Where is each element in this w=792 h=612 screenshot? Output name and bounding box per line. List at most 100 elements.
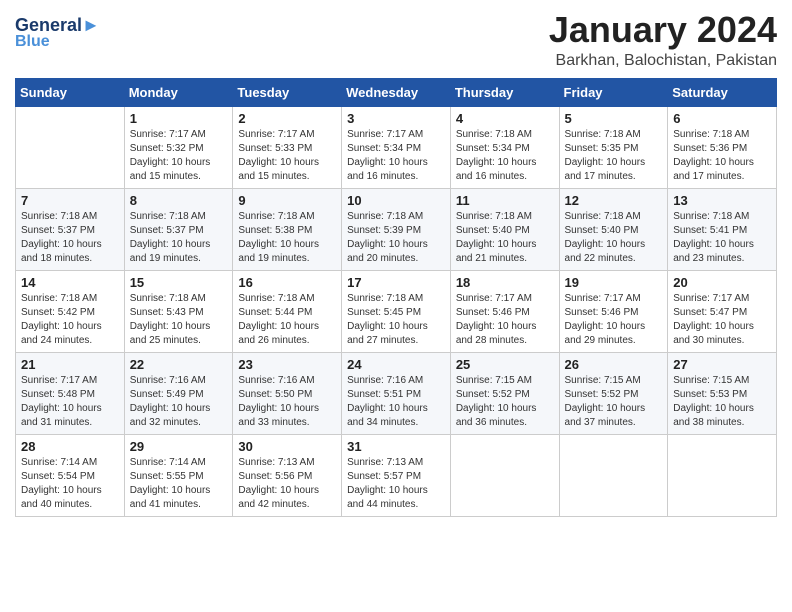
day-number: 14 xyxy=(21,275,119,290)
calendar-cell: 20 Sunrise: 7:17 AMSunset: 5:47 PMDayligh… xyxy=(668,270,777,352)
calendar-cell xyxy=(16,106,125,188)
day-info: Sunrise: 7:18 AMSunset: 5:42 PMDaylight:… xyxy=(21,292,119,348)
day-info: Sunrise: 7:15 AMSunset: 5:53 PMDaylight:… xyxy=(673,374,771,430)
calendar-cell: 4 Sunrise: 7:18 AMSunset: 5:34 PMDaylight… xyxy=(450,106,559,188)
logo-text-blue: Blue xyxy=(15,34,50,50)
day-number: 26 xyxy=(565,357,663,372)
weekday-header-row: Sunday Monday Tuesday Wednesday Thursday… xyxy=(16,78,777,106)
day-number: 8 xyxy=(130,193,228,208)
calendar-cell: 5 Sunrise: 7:18 AMSunset: 5:35 PMDaylight… xyxy=(559,106,668,188)
day-info: Sunrise: 7:16 AMSunset: 5:51 PMDaylight:… xyxy=(347,374,445,430)
day-number: 15 xyxy=(130,275,228,290)
calendar-cell: 7 Sunrise: 7:18 AMSunset: 5:37 PMDaylight… xyxy=(16,188,125,270)
day-info: Sunrise: 7:18 AMSunset: 5:39 PMDaylight:… xyxy=(347,210,445,266)
day-info: Sunrise: 7:18 AMSunset: 5:45 PMDaylight:… xyxy=(347,292,445,348)
day-info: Sunrise: 7:18 AMSunset: 5:40 PMDaylight:… xyxy=(565,210,663,266)
calendar-cell: 29 Sunrise: 7:14 AMSunset: 5:55 PMDayligh… xyxy=(124,434,233,516)
day-number: 28 xyxy=(21,439,119,454)
day-info: Sunrise: 7:17 AMSunset: 5:47 PMDaylight:… xyxy=(673,292,771,348)
calendar-table: Sunday Monday Tuesday Wednesday Thursday… xyxy=(15,78,777,517)
day-number: 2 xyxy=(238,111,336,126)
calendar-cell: 8 Sunrise: 7:18 AMSunset: 5:37 PMDaylight… xyxy=(124,188,233,270)
logo-text-general: General► xyxy=(15,16,100,34)
calendar-cell: 1 Sunrise: 7:17 AMSunset: 5:32 PMDaylight… xyxy=(124,106,233,188)
header-friday: Friday xyxy=(559,78,668,106)
day-number: 30 xyxy=(238,439,336,454)
day-number: 25 xyxy=(456,357,554,372)
calendar-cell: 24 Sunrise: 7:16 AMSunset: 5:51 PMDayligh… xyxy=(342,352,451,434)
calendar-cell: 18 Sunrise: 7:17 AMSunset: 5:46 PMDayligh… xyxy=(450,270,559,352)
calendar-cell: 27Sunrise: 7:15 AMSunset: 5:53 PMDayligh… xyxy=(668,352,777,434)
calendar-cell: 30 Sunrise: 7:13 AMSunset: 5:56 PMDayligh… xyxy=(233,434,342,516)
day-info: Sunrise: 7:18 AMSunset: 5:34 PMDaylight:… xyxy=(456,128,554,184)
header-sunday: Sunday xyxy=(16,78,125,106)
location-title: Barkhan, Balochistan, Pakistan xyxy=(549,52,777,70)
calendar-cell: 2Sunrise: 7:17 AMSunset: 5:33 PMDaylight… xyxy=(233,106,342,188)
day-info: Sunrise: 7:13 AMSunset: 5:57 PMDaylight:… xyxy=(347,456,445,512)
day-info: Sunrise: 7:16 AMSunset: 5:49 PMDaylight:… xyxy=(130,374,228,430)
calendar-week-3: 14 Sunrise: 7:18 AMSunset: 5:42 PMDayligh… xyxy=(16,270,777,352)
calendar-cell: 26 Sunrise: 7:15 AMSunset: 5:52 PMDayligh… xyxy=(559,352,668,434)
day-info: Sunrise: 7:18 AMSunset: 5:41 PMDaylight:… xyxy=(673,210,771,266)
day-number: 5 xyxy=(565,111,663,126)
day-info: Sunrise: 7:17 AMSunset: 5:48 PMDaylight:… xyxy=(21,374,119,430)
day-number: 29 xyxy=(130,439,228,454)
calendar-cell: 23 Sunrise: 7:16 AMSunset: 5:50 PMDayligh… xyxy=(233,352,342,434)
day-number: 19 xyxy=(565,275,663,290)
day-info: Sunrise: 7:14 AMSunset: 5:54 PMDaylight:… xyxy=(21,456,119,512)
day-number: 4 xyxy=(456,111,554,126)
day-number: 3 xyxy=(347,111,445,126)
calendar-week-5: 28 Sunrise: 7:14 AMSunset: 5:54 PMDayligh… xyxy=(16,434,777,516)
calendar-cell: 19 Sunrise: 7:17 AMSunset: 5:46 PMDayligh… xyxy=(559,270,668,352)
day-info: Sunrise: 7:13 AMSunset: 5:56 PMDaylight:… xyxy=(238,456,336,512)
day-number: 12 xyxy=(565,193,663,208)
calendar-week-4: 21 Sunrise: 7:17 AMSunset: 5:48 PMDayligh… xyxy=(16,352,777,434)
header-monday: Monday xyxy=(124,78,233,106)
calendar-cell: 9Sunrise: 7:18 AMSunset: 5:38 PMDaylight… xyxy=(233,188,342,270)
day-number: 22 xyxy=(130,357,228,372)
header-thursday: Thursday xyxy=(450,78,559,106)
day-info: Sunrise: 7:18 AMSunset: 5:44 PMDaylight:… xyxy=(238,292,336,348)
day-info: Sunrise: 7:17 AMSunset: 5:46 PMDaylight:… xyxy=(565,292,663,348)
calendar-cell: 14 Sunrise: 7:18 AMSunset: 5:42 PMDayligh… xyxy=(16,270,125,352)
day-number: 10 xyxy=(347,193,445,208)
day-info: Sunrise: 7:18 AMSunset: 5:37 PMDaylight:… xyxy=(21,210,119,266)
day-number: 13 xyxy=(673,193,771,208)
page: General► Blue January 2024 Barkhan, Balo… xyxy=(0,0,792,612)
day-number: 7 xyxy=(21,193,119,208)
day-info: Sunrise: 7:17 AMSunset: 5:32 PMDaylight:… xyxy=(130,128,228,184)
calendar-cell: 21 Sunrise: 7:17 AMSunset: 5:48 PMDayligh… xyxy=(16,352,125,434)
title-block: January 2024 Barkhan, Balochistan, Pakis… xyxy=(549,10,777,70)
day-number: 20 xyxy=(673,275,771,290)
day-info: Sunrise: 7:18 AMSunset: 5:43 PMDaylight:… xyxy=(130,292,228,348)
day-number: 6 xyxy=(673,111,771,126)
day-number: 18 xyxy=(456,275,554,290)
day-info: Sunrise: 7:15 AMSunset: 5:52 PMDaylight:… xyxy=(456,374,554,430)
day-number: 17 xyxy=(347,275,445,290)
day-number: 23 xyxy=(238,357,336,372)
day-info: Sunrise: 7:17 AMSunset: 5:34 PMDaylight:… xyxy=(347,128,445,184)
calendar-cell xyxy=(668,434,777,516)
header-saturday: Saturday xyxy=(668,78,777,106)
day-info: Sunrise: 7:15 AMSunset: 5:52 PMDaylight:… xyxy=(565,374,663,430)
calendar-cell: 15 Sunrise: 7:18 AMSunset: 5:43 PMDayligh… xyxy=(124,270,233,352)
calendar-cell: 31 Sunrise: 7:13 AMSunset: 5:57 PMDayligh… xyxy=(342,434,451,516)
day-info: Sunrise: 7:14 AMSunset: 5:55 PMDaylight:… xyxy=(130,456,228,512)
day-number: 1 xyxy=(130,111,228,126)
calendar-week-2: 7 Sunrise: 7:18 AMSunset: 5:37 PMDaylight… xyxy=(16,188,777,270)
calendar-week-1: 1 Sunrise: 7:17 AMSunset: 5:32 PMDaylight… xyxy=(16,106,777,188)
day-info: Sunrise: 7:18 AMSunset: 5:35 PMDaylight:… xyxy=(565,128,663,184)
day-number: 21 xyxy=(21,357,119,372)
day-number: 24 xyxy=(347,357,445,372)
day-info: Sunrise: 7:16 AMSunset: 5:50 PMDaylight:… xyxy=(238,374,336,430)
day-info: Sunrise: 7:18 AMSunset: 5:37 PMDaylight:… xyxy=(130,210,228,266)
calendar-cell: 25 Sunrise: 7:15 AMSunset: 5:52 PMDayligh… xyxy=(450,352,559,434)
calendar-cell: 28 Sunrise: 7:14 AMSunset: 5:54 PMDayligh… xyxy=(16,434,125,516)
calendar-cell: 22 Sunrise: 7:16 AMSunset: 5:49 PMDayligh… xyxy=(124,352,233,434)
calendar-cell: 6Sunrise: 7:18 AMSunset: 5:36 PMDaylight… xyxy=(668,106,777,188)
day-number: 31 xyxy=(347,439,445,454)
day-number: 11 xyxy=(456,193,554,208)
day-info: Sunrise: 7:17 AMSunset: 5:46 PMDaylight:… xyxy=(456,292,554,348)
day-info: Sunrise: 7:18 AMSunset: 5:38 PMDaylight:… xyxy=(238,210,336,266)
calendar-cell: 13 Sunrise: 7:18 AMSunset: 5:41 PMDayligh… xyxy=(668,188,777,270)
